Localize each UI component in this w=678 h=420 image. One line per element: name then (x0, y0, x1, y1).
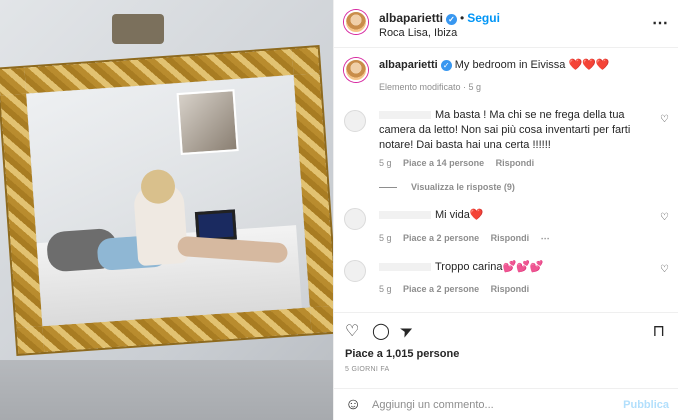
more-options-icon[interactable]: ⋯ (652, 13, 668, 33)
like-comment-icon[interactable]: ♡ (660, 114, 669, 125)
reply-button[interactable]: Rispondi (491, 284, 530, 294)
comment-text: Troppo carina💕💕💕 (379, 260, 647, 275)
author-username[interactable]: albaparietti (379, 11, 443, 25)
caption-body: My bedroom in Eivissa (454, 59, 566, 71)
comment-likes[interactable]: Piace a 2 persone (403, 233, 479, 243)
add-comment-bar: ☺ Aggiungi un commento... Pubblica (334, 388, 678, 420)
caption-meta: Elemento modificato · 5 g (379, 82, 482, 92)
emoji-icon[interactable]: ☺ (345, 396, 361, 414)
edited-time: 5 g (468, 82, 482, 92)
post-header: albaparietti ✓ • Segui Roca Lisa, Ibiza ⋯ (334, 0, 678, 48)
post-date: 5 GIORNI FA (345, 366, 390, 373)
comment-meta: 5 g Piace a 2 persone Rispondi ⋯ (379, 233, 559, 244)
mirror-reflection (26, 74, 310, 327)
like-heart-icon[interactable]: ♡ (345, 321, 359, 341)
verified-icon: ✓ (440, 60, 452, 71)
comment-meta: 5 g Piace a 14 persone Rispondi (379, 158, 543, 168)
caption-username[interactable]: albaparietti (379, 59, 438, 71)
view-replies-button[interactable]: Visualizza le risposte (9) (379, 182, 515, 192)
caption-avatar[interactable] (344, 58, 368, 82)
photo-lamp (112, 14, 164, 44)
gold-mirror-frame (0, 47, 333, 354)
reply-button[interactable]: Rispondi (491, 233, 530, 243)
comment-time: 5 g (379, 158, 392, 168)
comment-meta: 5 g Piace a 2 persone Rispondi (379, 284, 538, 294)
likes-count[interactable]: Piace a 1,015 persone (345, 348, 459, 360)
photo-floor (0, 360, 333, 420)
separator-dot: • (460, 11, 465, 25)
bookmark-icon[interactable]: ⊓ (653, 321, 665, 341)
caption-text: albaparietti ✓ My bedroom in Eivissa ❤️❤️… (379, 58, 669, 73)
comment-options-icon[interactable]: ⋯ (541, 233, 550, 243)
commenter-username-redacted[interactable] (379, 211, 431, 220)
post-image[interactable] (0, 0, 333, 420)
commenter-avatar[interactable] (344, 260, 366, 282)
like-comment-icon[interactable]: ♡ (660, 212, 669, 223)
comment-bubble-icon[interactable]: ◯ (372, 321, 390, 341)
author-line: albaparietti ✓ • Segui (379, 11, 500, 25)
verified-icon: ✓ (446, 14, 458, 25)
comment-time: 5 g (379, 233, 392, 243)
post-panel: albaparietti ✓ • Segui Roca Lisa, Ibiza ⋯ a… (333, 0, 678, 420)
comment-input[interactable]: Aggiungi un commento... (372, 399, 494, 411)
caption-emoji: ❤️❤️❤️ (568, 59, 610, 71)
comment-text: Ma basta ! Ma chi se ne frega della tua … (379, 109, 631, 151)
comment-time: 5 g (379, 284, 392, 294)
like-comment-icon[interactable]: ♡ (660, 264, 669, 275)
post-actions: ♡ ◯ ➤ ⊓ (334, 312, 678, 346)
author-avatar[interactable] (344, 10, 368, 34)
reply-button[interactable]: Rispondi (496, 158, 535, 168)
post-location[interactable]: Roca Lisa, Ibiza (379, 27, 457, 39)
comment-likes[interactable]: Piace a 2 persone (403, 284, 479, 294)
comment-likes[interactable]: Piace a 14 persone (403, 158, 484, 168)
edited-label: Elemento modificato (379, 82, 461, 92)
share-send-icon[interactable]: ➤ (396, 319, 417, 343)
replies-line (379, 187, 397, 189)
comment-text: Mi vida❤️ (379, 208, 647, 223)
commenter-username-redacted[interactable] (379, 111, 431, 120)
commenter-avatar[interactable] (344, 208, 366, 230)
commenter-username-redacted[interactable] (379, 263, 431, 272)
publish-button[interactable]: Pubblica (623, 399, 669, 411)
follow-button[interactable]: Segui (467, 11, 500, 25)
commenter-avatar[interactable] (344, 110, 366, 132)
poster (176, 89, 239, 155)
